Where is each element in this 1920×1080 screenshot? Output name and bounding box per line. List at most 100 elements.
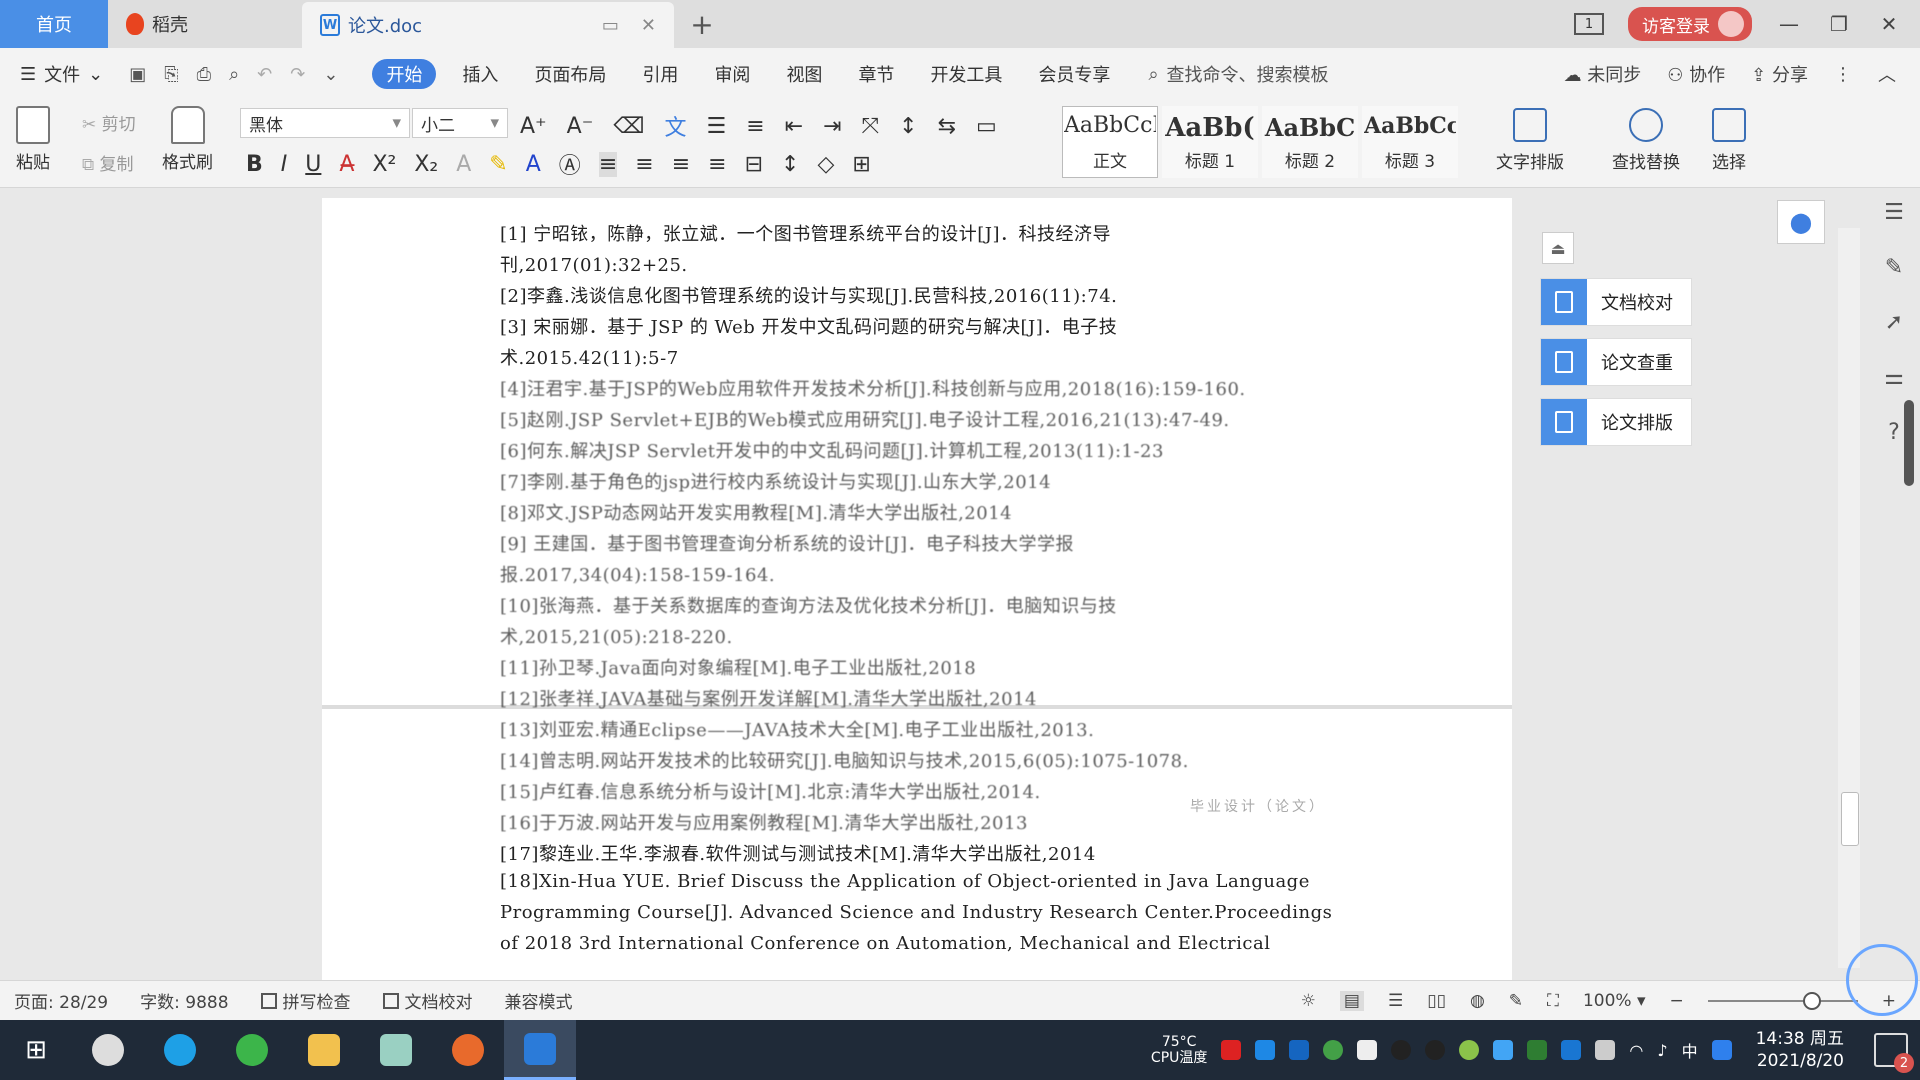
minimize-icon[interactable]: — <box>1776 12 1802 36</box>
file-menu[interactable]: ☰ 文件 ⌄ <box>20 61 103 87</box>
qq-icon[interactable] <box>1391 1040 1412 1060</box>
bold-icon[interactable]: B <box>246 152 263 177</box>
volume-icon[interactable]: ♪ <box>1657 1041 1667 1060</box>
font-color-icon[interactable]: A <box>526 152 541 177</box>
paste-button[interactable]: 粘贴 <box>16 106 50 173</box>
page-indicator[interactable]: 页面: 28/29 <box>14 988 108 1013</box>
taskbar-app-pinwheel[interactable] <box>72 1020 144 1080</box>
battery-icon[interactable] <box>1595 1040 1616 1060</box>
undo-icon[interactable]: ↶ <box>257 64 272 85</box>
web-view-icon[interactable]: ◍ <box>1470 991 1485 1011</box>
write-mode-icon[interactable]: ✎ <box>1509 991 1523 1011</box>
tab-review[interactable]: 审阅 <box>696 61 768 87</box>
tab-developer[interactable]: 开发工具 <box>912 61 1020 87</box>
tab-document[interactable]: W 论文.doc ▭ ✕ <box>302 2 674 48</box>
copy-button[interactable]: ⧉ 复制 <box>82 150 134 175</box>
visitor-login-button[interactable]: 访客登录 <box>1628 7 1752 41</box>
doc-proof-toggle[interactable]: 文档校对 <box>382 988 473 1013</box>
taskbar-app-notes[interactable] <box>360 1020 432 1080</box>
tab-start[interactable]: 开始 <box>372 59 437 89</box>
print-preview-icon[interactable]: ⌕ <box>229 64 239 85</box>
tab-daoke[interactable]: 稻壳 <box>108 0 302 48</box>
customize-icon[interactable]: ⌄ <box>323 64 338 85</box>
highlight-icon[interactable]: ✎ <box>489 152 507 177</box>
tab-references[interactable]: 引用 <box>624 61 696 87</box>
wifi-icon[interactable]: ◠ <box>1629 1041 1643 1060</box>
page-view-icon[interactable]: ▤ <box>1339 990 1364 1011</box>
tab-view[interactable]: 视图 <box>768 61 840 87</box>
shading-icon[interactable]: ◇ <box>817 152 834 177</box>
style-heading-1[interactable]: AaBb( 标题 1 <box>1162 106 1258 178</box>
numbering-icon[interactable]: ≡ <box>746 114 764 139</box>
notification-center-icon[interactable]: 2 <box>1874 1033 1914 1073</box>
tab-member[interactable]: 会员专享 <box>1020 61 1128 87</box>
tab-insert[interactable]: 插入 <box>444 61 516 87</box>
gpu-icon[interactable] <box>1527 1040 1548 1060</box>
outline-view-icon[interactable]: ☰ <box>1388 991 1403 1011</box>
proofread-button[interactable]: 文档校对 <box>1540 278 1692 326</box>
zoom-out-icon[interactable]: − <box>1670 991 1684 1011</box>
spellcheck-toggle[interactable]: 拼写检查 <box>260 988 351 1013</box>
tray-app-icon[interactable] <box>1459 1040 1480 1060</box>
subscript-icon[interactable]: X₂ <box>414 152 438 177</box>
style-normal[interactable]: AaBbCcI 正文 <box>1062 106 1158 178</box>
taskbar-app-ie[interactable] <box>144 1020 216 1080</box>
style-heading-3[interactable]: AaBbCcl 标题 3 <box>1362 106 1458 178</box>
increase-indent-icon[interactable]: ⇥ <box>823 114 841 139</box>
new-tab-button[interactable]: + <box>674 0 730 48</box>
help-icon[interactable]: ? <box>1888 420 1900 445</box>
close-tab-icon[interactable]: ✕ <box>641 15 656 36</box>
export-pdf-icon[interactable]: ⎘ <box>164 64 178 85</box>
shrink-font-icon[interactable]: A⁻ <box>567 114 594 139</box>
clear-format-icon[interactable]: ⌫ <box>613 114 644 139</box>
window-mode-icon[interactable]: ▭ <box>602 15 619 36</box>
pointer-icon[interactable]: ➚ <box>1885 310 1903 335</box>
tray-app-icon[interactable] <box>1493 1040 1514 1060</box>
start-button[interactable]: ⊞ <box>0 1020 72 1080</box>
tray-app-icon[interactable] <box>1221 1040 1242 1060</box>
shield-icon[interactable] <box>1289 1040 1310 1060</box>
location-pin-icon[interactable]: ⬤ <box>1777 200 1825 244</box>
table-borders-icon[interactable]: ▭ <box>976 114 997 139</box>
window-count-icon[interactable]: 1 <box>1574 13 1604 35</box>
reading-view-icon[interactable]: ▯▯ <box>1427 991 1446 1011</box>
phonetic-icon[interactable]: 文 <box>664 110 686 142</box>
taskbar-app-media[interactable] <box>432 1020 504 1080</box>
char-border-icon[interactable]: Ⓐ <box>559 148 581 180</box>
collapse-panel-icon[interactable]: ⏏ <box>1542 232 1574 264</box>
ime-indicator[interactable]: 中 <box>1682 1038 1698 1062</box>
clock[interactable]: 14:38 周五 2021/8/20 <box>1756 1028 1844 1072</box>
tab-section[interactable]: 章节 <box>840 61 912 87</box>
pen-icon[interactable]: ✎ <box>1885 255 1903 280</box>
bluetooth-icon[interactable] <box>1561 1040 1582 1060</box>
cut-button[interactable]: ✂ 剪切 <box>82 110 136 135</box>
tab-page-layout[interactable]: 页面布局 <box>516 61 624 87</box>
text-effect-icon[interactable]: A <box>456 152 471 177</box>
collab-button[interactable]: ⚇ 协作 <box>1667 61 1725 87</box>
superscript-icon[interactable]: X² <box>372 152 396 177</box>
bell-icon[interactable] <box>1357 1040 1378 1060</box>
underline-icon[interactable]: U <box>305 152 321 177</box>
grow-font-icon[interactable]: A⁺ <box>520 114 547 139</box>
print-icon[interactable]: ⎙ <box>197 64 211 85</box>
side-scroll-thumb[interactable] <box>1904 400 1914 486</box>
collapse-ribbon-icon[interactable]: ︿ <box>1878 61 1896 87</box>
taskbar-app-explorer[interactable] <box>288 1020 360 1080</box>
fit-page-icon[interactable]: ⛶ <box>1547 991 1559 1011</box>
align-right-icon[interactable]: ≡ <box>672 152 690 177</box>
distributed-icon[interactable]: ⊟ <box>745 152 763 177</box>
cpu-temp-widget[interactable]: 75°C CPU温度 <box>1151 1034 1207 1066</box>
justify-icon[interactable]: ≡ <box>708 152 726 177</box>
qq-icon[interactable] <box>1425 1040 1446 1060</box>
save-icon[interactable]: ▣ <box>129 64 146 85</box>
borders-icon[interactable]: ⊞ <box>852 152 870 177</box>
tab-home[interactable]: 首页 <box>0 0 108 48</box>
tray-app-icon[interactable] <box>1323 1040 1344 1060</box>
taskbar-app-wps[interactable] <box>504 1020 576 1080</box>
font-size-select[interactable]: 小二 ▾ <box>412 108 508 138</box>
word-count[interactable]: 字数: 9888 <box>140 988 228 1013</box>
zoom-level[interactable]: 100% ▾ <box>1583 991 1646 1011</box>
thesis-layout-button[interactable]: 论文排版 <box>1540 398 1692 446</box>
sync-button[interactable]: ☁ 未同步 <box>1564 61 1642 87</box>
format-painter-button[interactable]: 格式刷 <box>162 106 213 173</box>
